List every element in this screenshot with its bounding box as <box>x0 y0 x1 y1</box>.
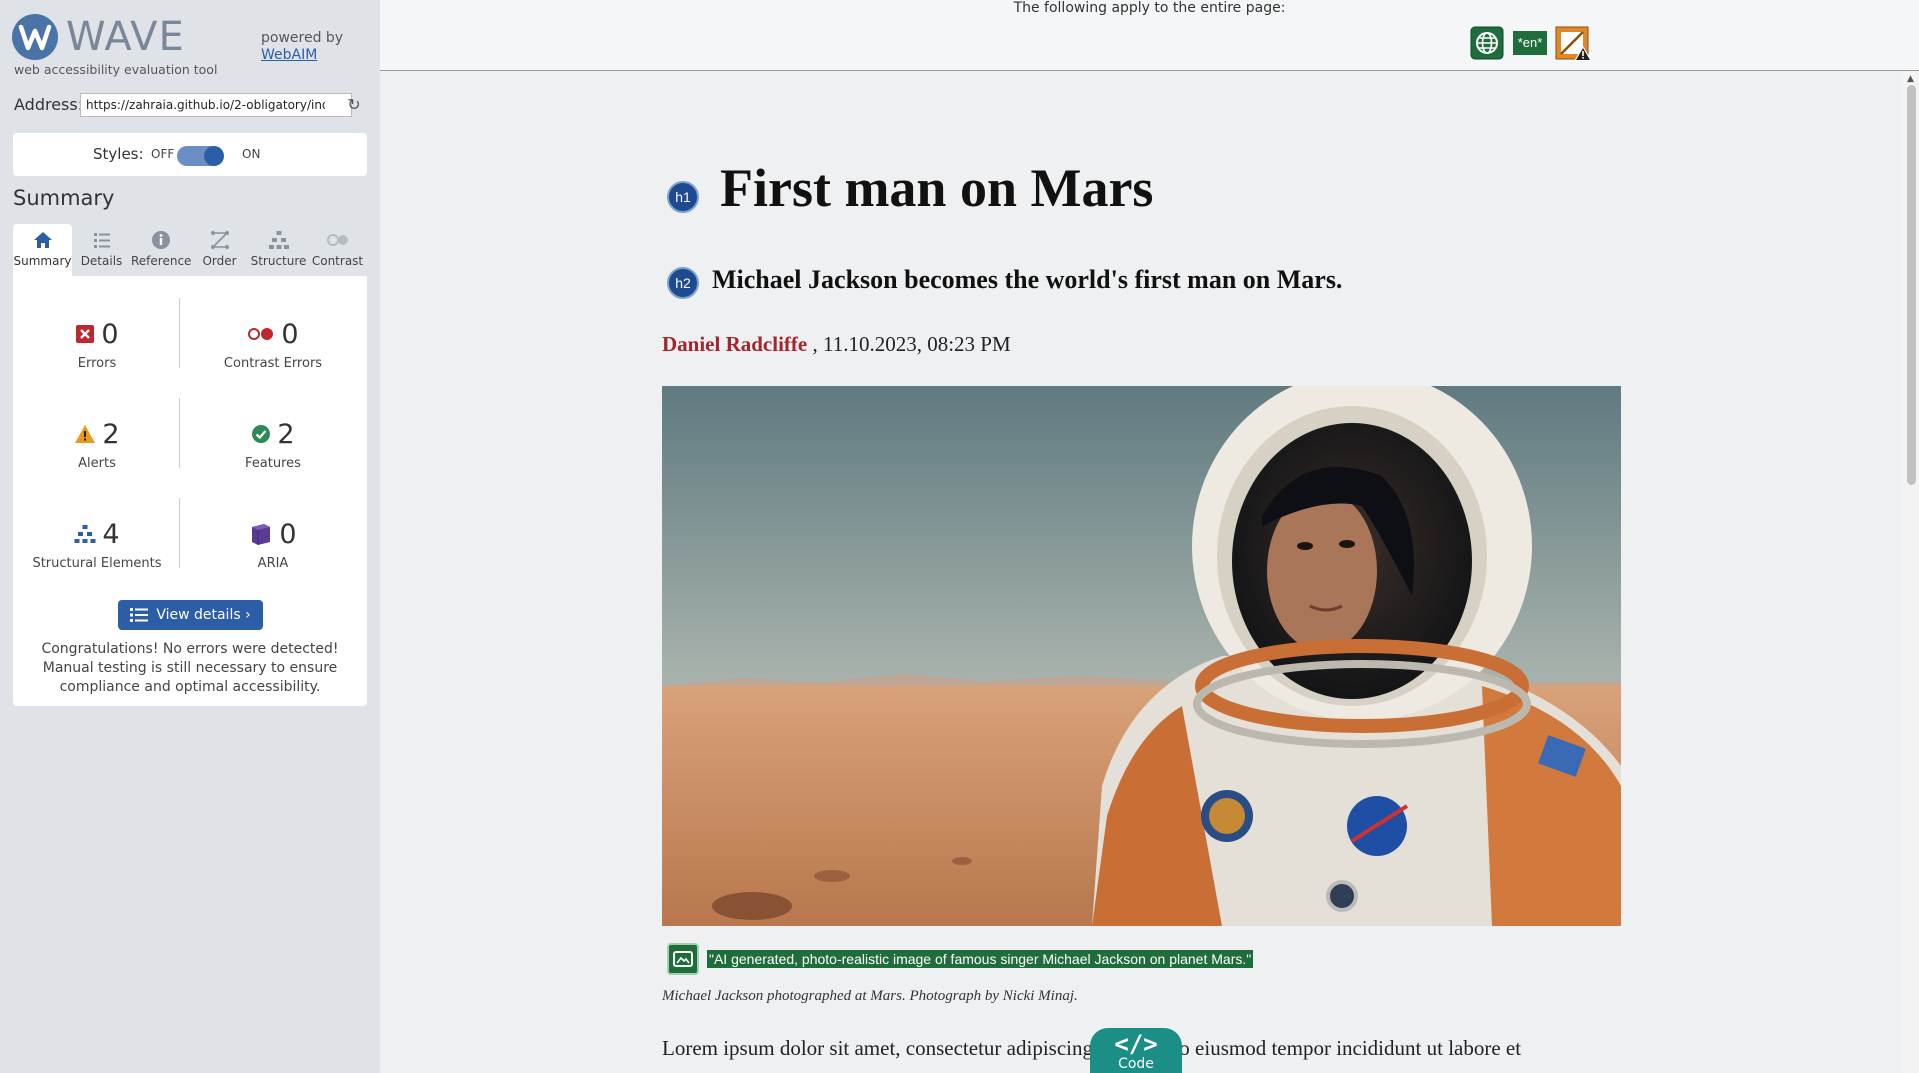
tab-label: Reference <box>131 254 192 268</box>
scroll-thumb[interactable] <box>1907 85 1916 485</box>
aria-stat[interactable]: 0 ARIA <box>193 514 353 594</box>
contrast-icon <box>326 234 348 246</box>
contrast-error-icon <box>248 328 274 340</box>
scrollbar[interactable]: ▲ <box>1903 71 1919 1073</box>
tab-label: Contrast <box>311 254 364 268</box>
image-alt-icon <box>673 951 693 967</box>
features-count: 2 <box>277 418 295 450</box>
tab-details[interactable]: Details <box>72 224 131 276</box>
summary-heading: Summary <box>13 186 115 210</box>
structure-icon <box>74 525 96 543</box>
features-label: Features <box>245 456 301 471</box>
aria-count: 0 <box>279 518 297 550</box>
publish-date: , 11.10.2023, 08:23 PM <box>812 332 1011 356</box>
alerts-label: Alerts <box>78 456 116 471</box>
list-icon <box>93 233 110 248</box>
wave-tagline: web accessibility evaluation tool <box>14 62 218 77</box>
image-alt-text: "AI generated, photo-realistic image of … <box>707 950 1254 968</box>
tab-label: Summary <box>13 254 72 268</box>
page-title: First man on Mars <box>720 158 1154 218</box>
webaim-link[interactable]: WebAIM <box>261 47 317 63</box>
wave-wordmark: WAVE <box>66 14 185 60</box>
structural-label: Structural Elements <box>32 556 162 571</box>
h2-badge-icon[interactable]: h2 <box>667 267 699 299</box>
tab-structure[interactable]: Structure <box>249 224 308 276</box>
tab-order[interactable]: Order <box>190 224 249 276</box>
byline: Daniel Radcliffe , 11.10.2023, 08:23 PM <box>662 332 1011 357</box>
list-icon <box>130 608 149 622</box>
summary-panel: 0 Errors 0 Contrast Errors 2 Alerts 2 Fe… <box>13 276 367 706</box>
aria-cube-icon <box>252 524 271 545</box>
hero-image <box>662 386 1621 926</box>
errors-count: 0 <box>101 318 119 350</box>
errors-label: Errors <box>77 356 117 371</box>
image-caption: Michael Jackson photographed at Mars. Ph… <box>662 988 1078 1004</box>
address-input[interactable] <box>80 93 352 117</box>
astronaut-on-mars-image <box>662 386 1621 926</box>
toggle-knob <box>204 146 224 166</box>
styles-toggle-box: Styles: OFF ON <box>13 133 367 176</box>
code-label: Code <box>1118 1056 1154 1072</box>
contrast-errors-count: 0 <box>281 318 299 350</box>
alerts-stat[interactable]: 2 Alerts <box>17 414 177 494</box>
contrast-errors-label: Contrast Errors <box>223 356 323 371</box>
address-bar: Address: ↻ <box>14 93 366 119</box>
code-icon: </> <box>1114 1030 1158 1058</box>
author-link[interactable]: Daniel Radcliffe <box>662 332 807 356</box>
home-icon <box>33 232 52 248</box>
h1-badge-icon[interactable]: h1 <box>667 181 699 213</box>
errors-stat[interactable]: 0 Errors <box>17 314 177 394</box>
tab-reference[interactable]: Reference <box>131 224 192 276</box>
congrats-message: Congratulations! No errors were detected… <box>41 641 339 695</box>
styles-label: Styles: <box>93 145 144 163</box>
alternative-text-icon[interactable] <box>667 943 699 975</box>
divider <box>179 298 180 368</box>
styles-toggle[interactable] <box>177 146 224 166</box>
divider <box>179 498 180 568</box>
structural-count: 4 <box>102 518 120 550</box>
order-icon <box>210 231 229 249</box>
tab-label: Structure <box>250 254 307 268</box>
code-toggle-button[interactable]: </> Code <box>1090 1028 1182 1073</box>
wave-logo: WAVE web accessibility evaluation tool p… <box>12 12 372 77</box>
panel-tabs: Summary Details Reference Order Structur… <box>13 224 367 276</box>
view-details-button[interactable]: View details › <box>118 600 263 630</box>
structural-elements-stat[interactable]: 4 Structural Elements <box>17 514 177 594</box>
page-level-heading: The following apply to the entire page: <box>1013 0 1286 16</box>
scroll-up-arrow[interactable]: ▲ <box>1907 74 1914 84</box>
no-page-regions-alert-icon[interactable] <box>1555 26 1593 62</box>
powered-by-label: powered by <box>261 30 344 46</box>
error-icon <box>76 325 95 343</box>
article-subtitle: Michael Jackson becomes the world's firs… <box>712 265 1343 294</box>
feature-check-icon <box>252 425 271 443</box>
alerts-count: 2 <box>102 418 120 450</box>
alert-icon <box>75 425 96 443</box>
contrast-errors-stat[interactable]: 0 Contrast Errors <box>193 314 353 394</box>
page-level-bar: The following apply to the entire page: … <box>380 0 1919 71</box>
structure-icon <box>268 231 289 249</box>
aria-label: ARIA <box>257 556 289 571</box>
divider <box>179 398 180 468</box>
styles-off-label: OFF <box>151 147 175 161</box>
refresh-icon[interactable]: ↻ <box>344 95 364 115</box>
view-details-label: View details › <box>156 607 251 623</box>
tab-contrast[interactable]: Contrast <box>308 224 367 276</box>
address-label: Address: <box>14 95 84 114</box>
features-stat[interactable]: 2 Features <box>193 414 353 494</box>
styles-on-label: ON <box>242 147 261 161</box>
lang-badge-icon[interactable]: *en* <box>1513 31 1547 55</box>
tab-summary[interactable]: Summary <box>13 224 72 276</box>
tab-label: Details <box>80 254 123 268</box>
info-icon <box>151 231 170 249</box>
language-icon[interactable] <box>1470 26 1504 60</box>
tab-label: Order <box>202 254 237 268</box>
wave-logo-icon <box>12 14 58 60</box>
wave-sidebar: WAVE web accessibility evaluation tool p… <box>0 0 380 1073</box>
